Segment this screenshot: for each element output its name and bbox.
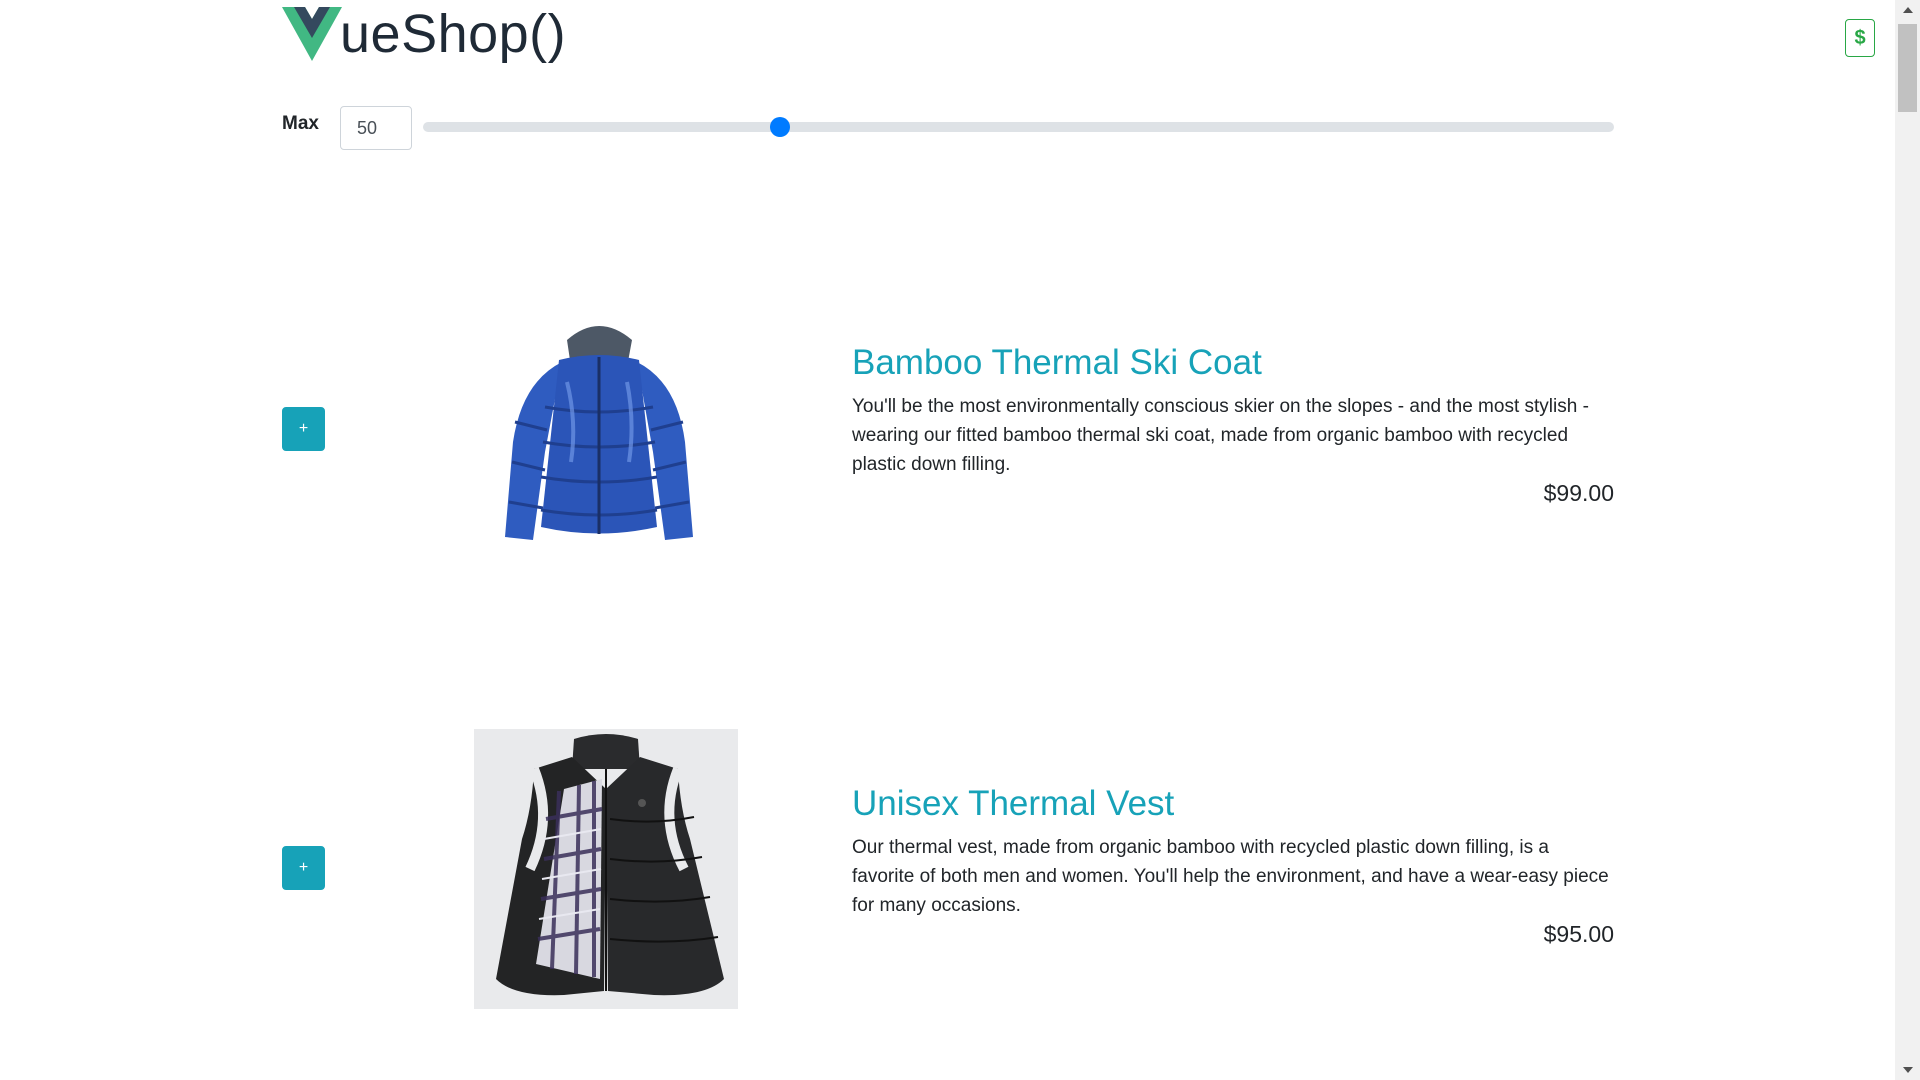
product-title[interactable]: Unisex Thermal Vest xyxy=(852,783,1174,825)
scrollbar-thumb[interactable] xyxy=(1898,24,1917,112)
ski-coat-image xyxy=(467,312,731,548)
product-card: + Unisex Thermal Vest Our thermal vest, … xyxy=(282,729,1614,1019)
vue-logo-icon xyxy=(282,7,342,61)
scrollbar[interactable] xyxy=(1895,0,1920,1080)
add-to-cart-button[interactable]: + xyxy=(282,846,325,890)
product-description: Our thermal vest, made from organic bamb… xyxy=(852,837,1609,916)
max-price-input[interactable] xyxy=(340,106,412,150)
product-card: + Bamboo Thermal Ski Coat You'll be the … xyxy=(282,300,1614,590)
product-price: $95.00 xyxy=(1543,921,1614,947)
product-description: You'll be the most environmentally consc… xyxy=(852,396,1589,475)
max-label: Max xyxy=(282,113,319,134)
cart-button[interactable]: $ xyxy=(1845,19,1875,57)
product-price: $99.00 xyxy=(1543,480,1614,506)
page: ueShop() $ Max + xyxy=(0,0,1895,1080)
scroll-down-arrow-icon[interactable] xyxy=(1895,1060,1920,1080)
slider-thumb[interactable] xyxy=(770,117,791,137)
scroll-up-arrow-icon[interactable] xyxy=(1895,0,1920,20)
brand-name: ueShop() xyxy=(340,4,567,64)
thermal-vest-image xyxy=(474,729,738,1009)
max-price-slider[interactable] xyxy=(423,122,1614,132)
brand[interactable]: ueShop() xyxy=(282,4,566,64)
add-to-cart-button[interactable]: + xyxy=(282,407,325,451)
product-title[interactable]: Bamboo Thermal Ski Coat xyxy=(852,342,1262,384)
